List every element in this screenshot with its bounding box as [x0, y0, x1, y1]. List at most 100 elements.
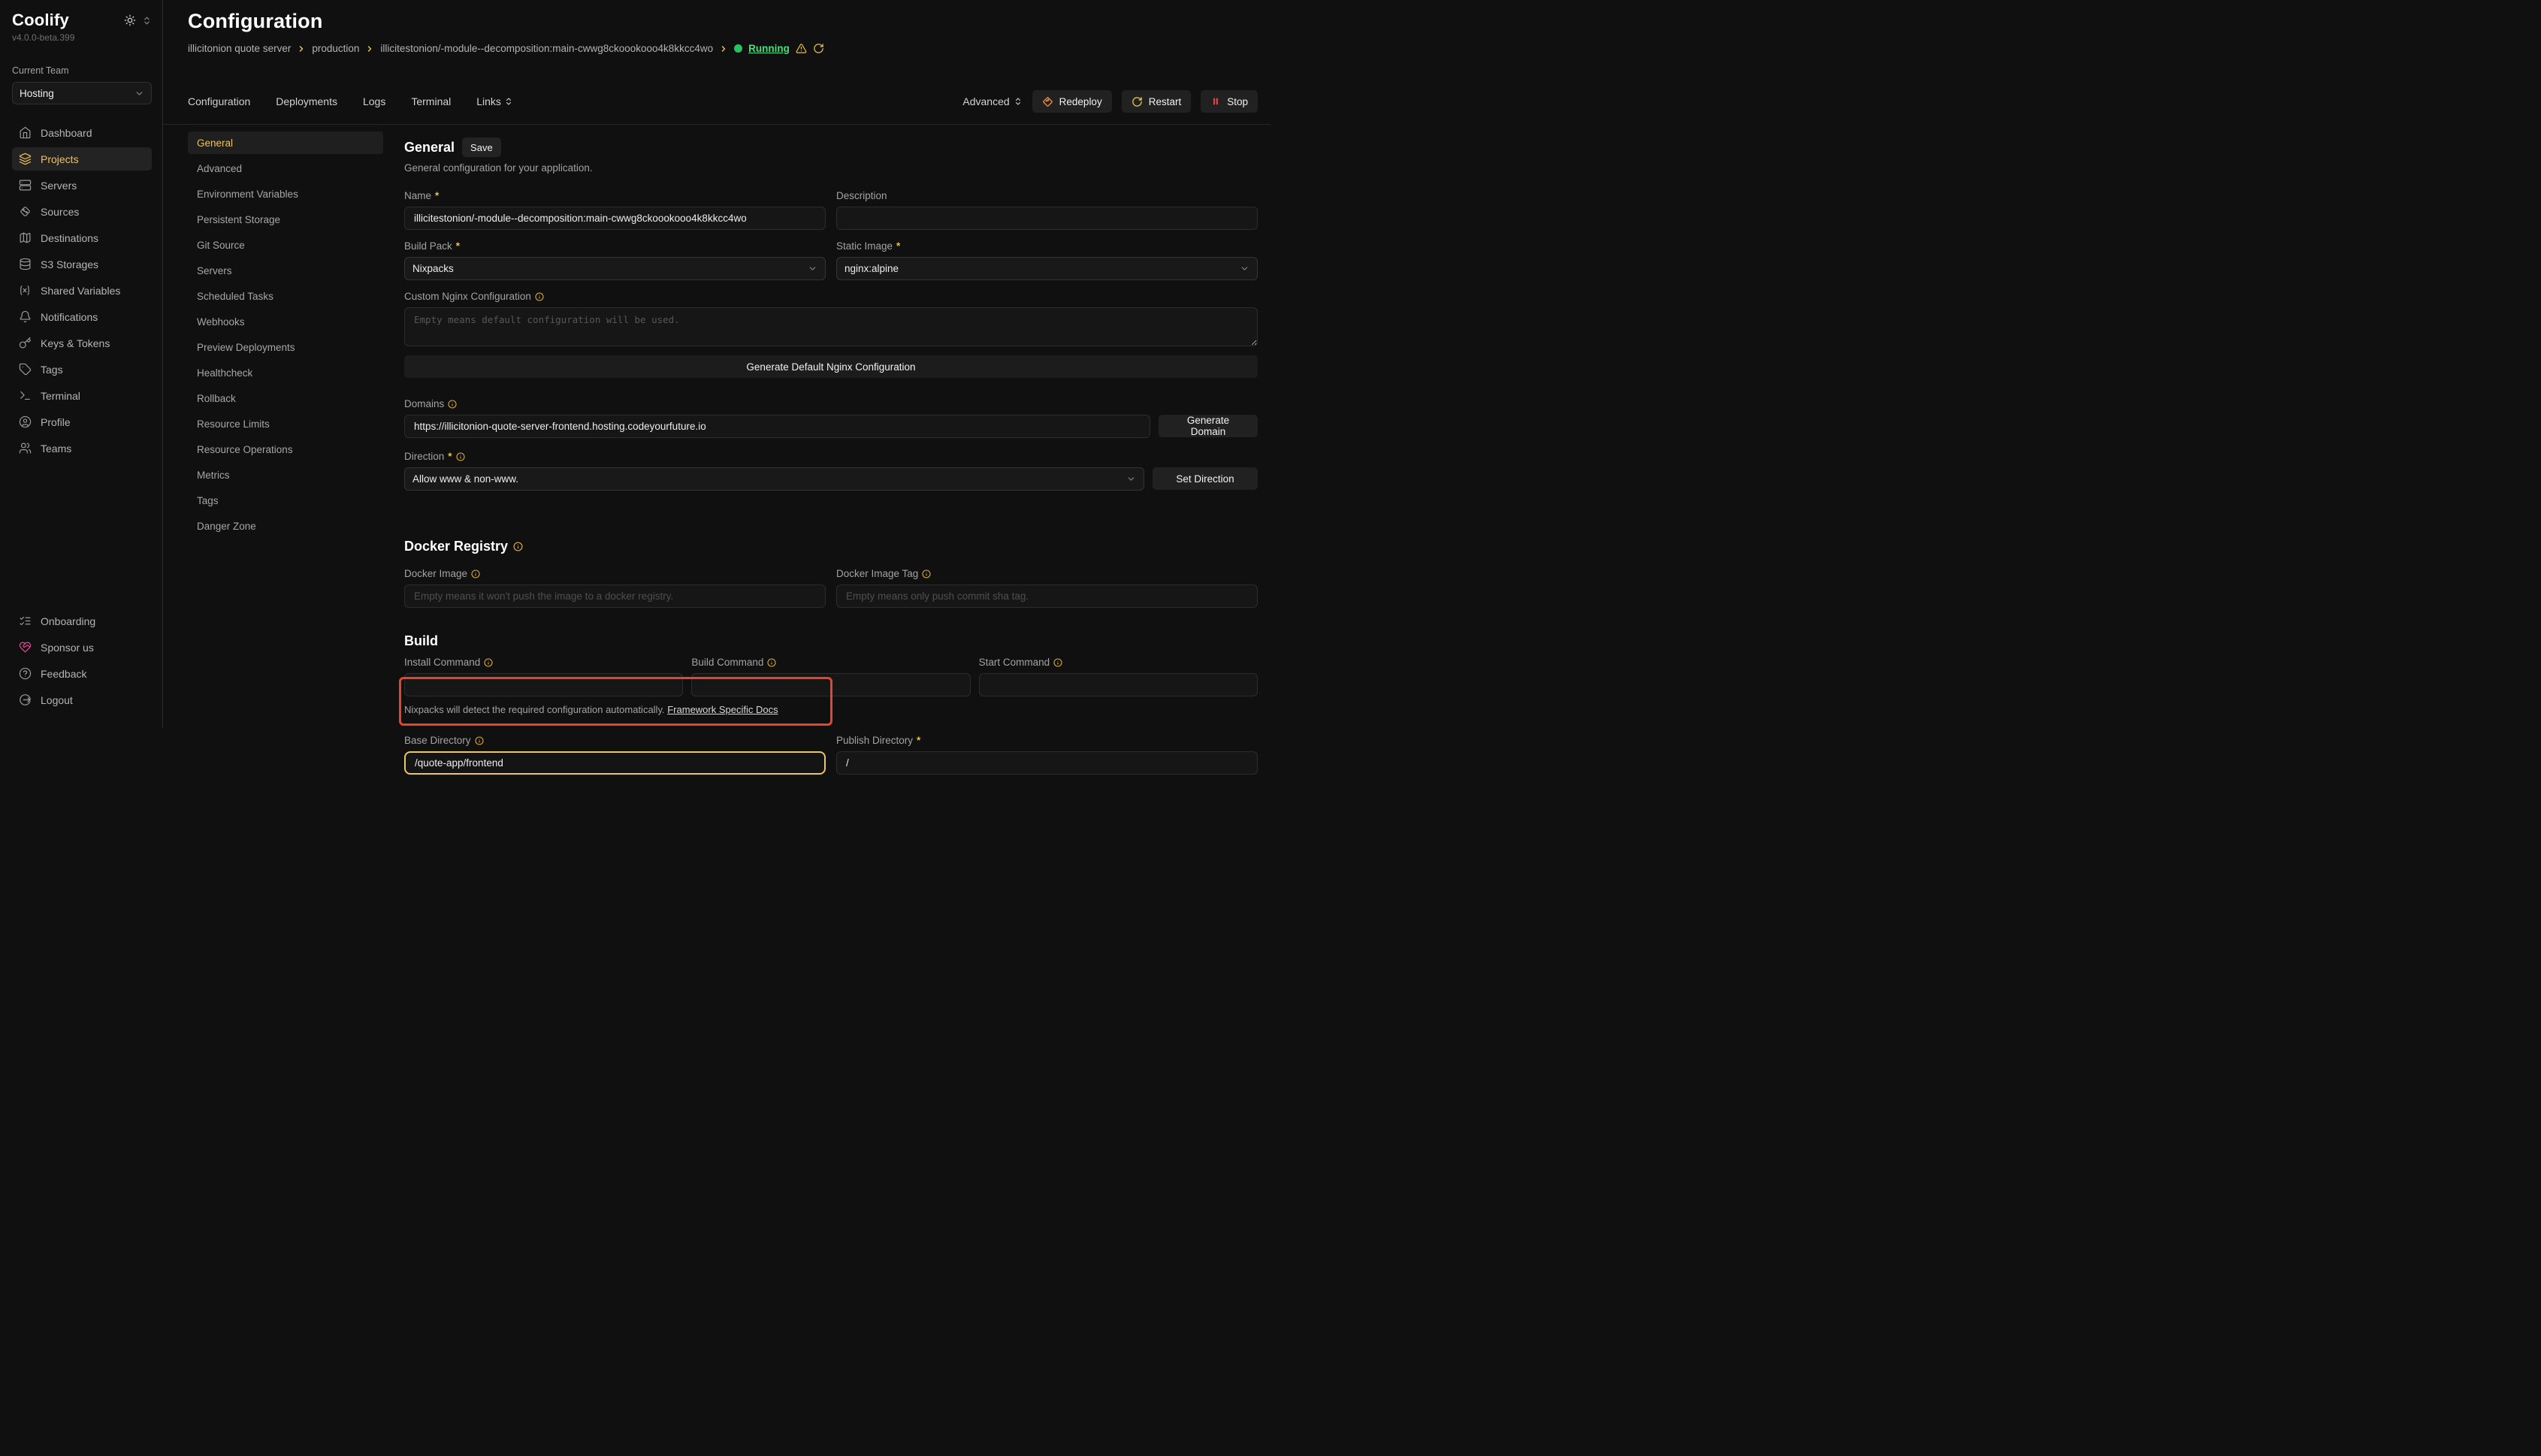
subnav-item-servers[interactable]: Servers [188, 259, 383, 282]
tab-deployments[interactable]: Deployments [276, 95, 337, 107]
custom-nginx-textarea[interactable] [404, 307, 1258, 346]
sidebar-item-s3-storages[interactable]: S3 Storages [12, 252, 152, 276]
bell-icon [18, 310, 32, 323]
terminal-icon [18, 389, 32, 402]
breadcrumb-application[interactable]: illicitestonion/-module--decomposition:m… [380, 43, 713, 54]
subnav-item-general[interactable]: General [188, 131, 383, 154]
subnav-item-git-source[interactable]: Git Source [188, 234, 383, 256]
sidebar-collapse-chevrons-icon[interactable] [142, 16, 152, 26]
subnav-item-rollback[interactable]: Rollback [188, 387, 383, 409]
subnav-item-scheduled-tasks[interactable]: Scheduled Tasks [188, 285, 383, 307]
sidebar: Coolify v4.0.0-beta.399 Current Team Hos… [0, 0, 163, 728]
info-icon [922, 569, 931, 578]
sidebar-item-terminal[interactable]: Terminal [12, 384, 152, 407]
map-icon [18, 231, 32, 244]
save-button[interactable]: Save [462, 137, 501, 157]
redeploy-icon [1042, 96, 1053, 107]
tab-configuration[interactable]: Configuration [188, 95, 250, 107]
build-command-input[interactable] [691, 673, 970, 696]
breadcrumb: illicitonion quote server production ill… [188, 43, 1258, 54]
subnav-item-resource-operations[interactable]: Resource Operations [188, 438, 383, 461]
status-badge[interactable]: Running [748, 43, 790, 54]
static-image-label: Static Image* [836, 240, 1258, 252]
sidebar-item-dashboard[interactable]: Dashboard [12, 121, 152, 144]
subnav-item-metrics[interactable]: Metrics [188, 464, 383, 486]
sidebar-item-projects[interactable]: Projects [12, 147, 152, 171]
advanced-dropdown[interactable]: Advanced [962, 95, 1022, 107]
subnav-item-preview-deployments[interactable]: Preview Deployments [188, 336, 383, 358]
generate-domain-button[interactable]: Generate Domain [1159, 415, 1258, 437]
chevron-right-icon [297, 44, 306, 53]
team-select[interactable]: Hosting [12, 82, 152, 104]
breadcrumb-environment[interactable]: production [312, 43, 359, 54]
sidebar-item-logout[interactable]: Logout [12, 688, 152, 711]
sidebar-item-servers[interactable]: Servers [12, 174, 152, 197]
static-image-select[interactable]: nginx:alpine [836, 257, 1258, 280]
description-label: Description [836, 189, 1258, 202]
generate-nginx-config-button[interactable]: Generate Default Nginx Configuration [404, 355, 1258, 378]
subnav-item-advanced[interactable]: Advanced [188, 157, 383, 180]
chevron-down-icon [1126, 474, 1136, 484]
info-icon [448, 400, 457, 409]
chevron-down-icon [134, 89, 144, 98]
publish-directory-input[interactable] [836, 751, 1258, 775]
nixpacks-hint: Nixpacks will detect the required config… [404, 704, 1258, 715]
base-directory-input[interactable] [404, 751, 826, 775]
subnav-item-resource-limits[interactable]: Resource Limits [188, 412, 383, 435]
sidebar-item-tags[interactable]: Tags [12, 358, 152, 381]
database-icon [18, 258, 32, 270]
docker-image-input[interactable] [404, 585, 826, 608]
sidebar-footer: Onboarding Sponsor us Feedback Logout [12, 609, 152, 714]
sidebar-item-onboarding[interactable]: Onboarding [12, 609, 152, 633]
theme-toggle-sun-icon[interactable] [124, 14, 136, 26]
user-circle-icon [18, 415, 32, 428]
checklist-icon [18, 615, 32, 627]
subnav-item-healthcheck[interactable]: Healthcheck [188, 361, 383, 384]
name-label: Name* [404, 189, 826, 202]
sidebar-item-destinations[interactable]: Destinations [12, 226, 152, 249]
warning-triangle-icon [796, 43, 807, 54]
sidebar-item-keys-tokens[interactable]: Keys & Tokens [12, 331, 152, 355]
build-pack-select[interactable]: Nixpacks [404, 257, 826, 280]
tab-links[interactable]: Links [476, 95, 513, 107]
refresh-icon[interactable] [813, 43, 824, 54]
sidebar-item-sources[interactable]: Sources [12, 200, 152, 223]
subnav-item-persistent-storage[interactable]: Persistent Storage [188, 208, 383, 231]
subnav-item-environment-variables[interactable]: Environment Variables [188, 183, 383, 205]
install-command-input[interactable] [404, 673, 683, 696]
start-command-input[interactable] [979, 673, 1258, 696]
subnav-item-danger-zone[interactable]: Danger Zone [188, 515, 383, 537]
sidebar-item-feedback[interactable]: Feedback [12, 662, 152, 685]
sidebar-item-profile[interactable]: Profile [12, 410, 152, 433]
stop-button[interactable]: Stop [1201, 90, 1258, 113]
info-icon [767, 658, 776, 667]
section-subtitle: General configuration for your applicati… [404, 162, 1258, 174]
home-icon [18, 126, 32, 139]
breadcrumb-project[interactable]: illicitonion quote server [188, 43, 291, 54]
chevron-down-icon [808, 264, 817, 273]
variable-icon [18, 284, 32, 297]
subnav-item-tags[interactable]: Tags [188, 489, 383, 512]
sidebar-item-teams[interactable]: Teams [12, 436, 152, 460]
info-icon [1053, 658, 1062, 667]
framework-docs-link[interactable]: Framework Specific Docs [667, 704, 778, 715]
domains-input[interactable] [404, 415, 1150, 438]
name-input[interactable] [404, 207, 826, 230]
subnav-item-webhooks[interactable]: Webhooks [188, 310, 383, 333]
settings-subnav: General Advanced Environment Variables P… [188, 131, 383, 775]
base-directory-label: Base Directory [404, 734, 826, 747]
description-input[interactable] [836, 207, 1258, 230]
start-command-label: Start Command [979, 656, 1258, 669]
sidebar-item-notifications[interactable]: Notifications [12, 305, 152, 328]
docker-image-tag-input[interactable] [836, 585, 1258, 608]
tab-logs[interactable]: Logs [363, 95, 385, 107]
direction-select[interactable]: Allow www & non-www. [404, 467, 1144, 491]
restart-button[interactable]: Restart [1122, 90, 1192, 113]
page-title: Configuration [188, 10, 1258, 33]
redeploy-button[interactable]: Redeploy [1032, 90, 1112, 113]
set-direction-button[interactable]: Set Direction [1153, 467, 1258, 490]
sidebar-item-shared-variables[interactable]: Shared Variables [12, 279, 152, 302]
sidebar-item-sponsor-us[interactable]: Sponsor us [12, 636, 152, 659]
tab-terminal[interactable]: Terminal [411, 95, 451, 107]
restart-icon [1132, 96, 1143, 107]
